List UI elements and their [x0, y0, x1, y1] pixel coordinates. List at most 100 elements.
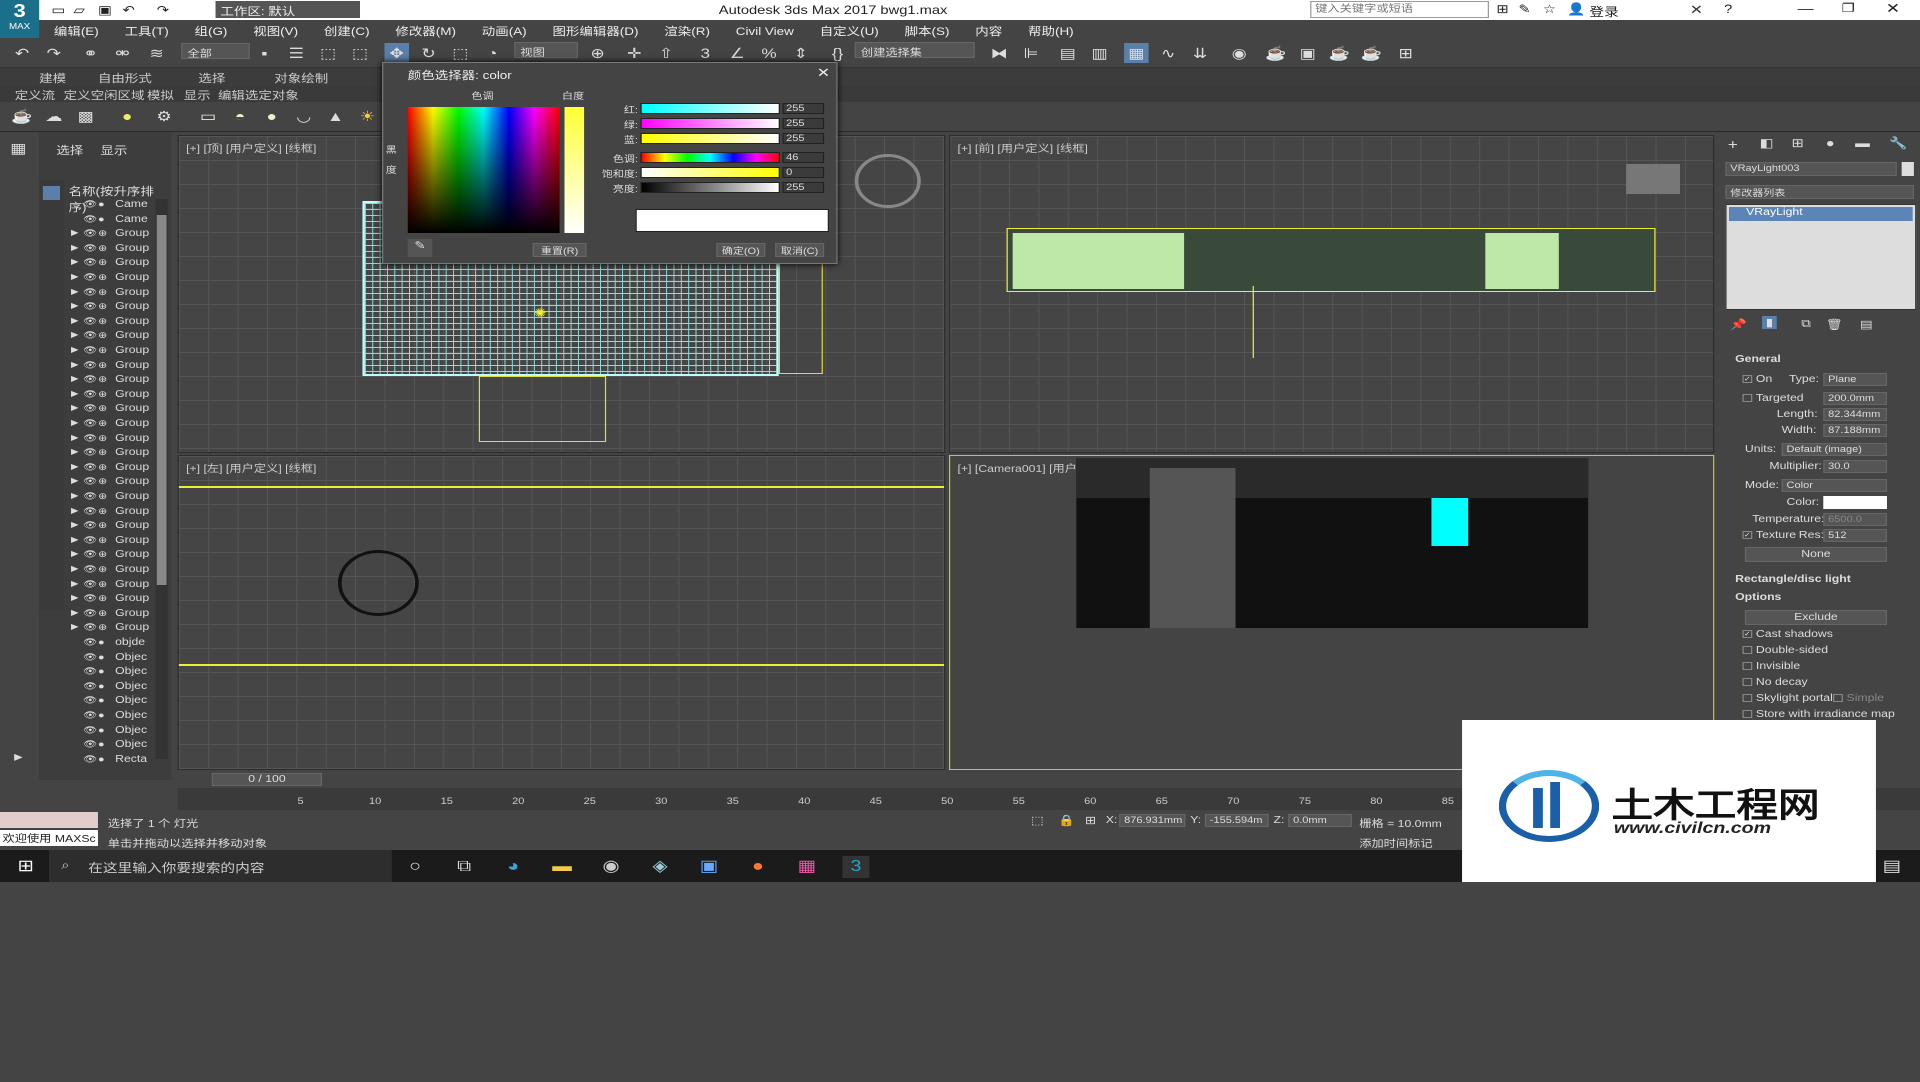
eyedropper-icon[interactable]: ✎: [407, 239, 433, 257]
cloud-icon[interactable]: ☁: [42, 106, 66, 126]
render-setup-icon[interactable]: ☕: [1264, 43, 1288, 63]
redo-icon[interactable]: ↷: [157, 3, 169, 17]
scene-list-item[interactable]: 👁 ● Objec: [66, 666, 169, 681]
color-value-spinner[interactable]: 46: [782, 152, 825, 163]
undo-icon[interactable]: ↶: [10, 43, 34, 63]
viewport-top-label[interactable]: [+] [顶] [用户定义] [线框]: [186, 140, 316, 155]
app-icon-4[interactable]: ▦: [793, 856, 820, 878]
window-crossing-icon[interactable]: ⬚: [348, 43, 372, 63]
expand-arrow-icon[interactable]: ▶: [71, 389, 79, 398]
scene-list-item[interactable]: ▶ 👁 ⊕ Group: [66, 360, 169, 375]
layers-icon[interactable]: ▥: [1087, 43, 1111, 63]
scene-list-item[interactable]: ▶ 👁 ⊕ Group: [66, 564, 169, 579]
color-slider[interactable]: [640, 103, 781, 114]
x-coordinate[interactable]: 876.931mm: [1119, 814, 1186, 827]
edge-icon[interactable]: ◕: [500, 856, 527, 878]
whiteness-bar[interactable]: [564, 107, 585, 233]
scene-list-item[interactable]: 👁 ● Objec: [66, 695, 169, 710]
expand-arrow-icon[interactable]: ▶: [71, 608, 79, 617]
render-grid-icon[interactable]: ⊞: [1393, 43, 1417, 63]
scene-list-item[interactable]: 👁 ● Came: [66, 199, 169, 214]
scene-list-item[interactable]: ▶ 👁 ⊕ Group: [66, 316, 169, 331]
select-manipulate-icon[interactable]: ✛: [622, 43, 646, 63]
angle-snap-icon[interactable]: ∠: [725, 43, 749, 63]
scene-list-item[interactable]: ▶ 👁 ⊕ Group: [66, 447, 169, 462]
task-view-icon[interactable]: ⧉: [451, 856, 478, 878]
keyboard-shortcut-icon[interactable]: ⇧: [654, 43, 678, 63]
search-input[interactable]: [1310, 1, 1489, 18]
menu-civil-view[interactable]: Civil View: [724, 23, 804, 38]
visibility-eye-icon[interactable]: 👁: [83, 389, 97, 400]
reset-button[interactable]: 重置(R): [532, 243, 587, 257]
login-link[interactable]: 登录: [1589, 3, 1618, 20]
scene-list-item[interactable]: ▶ 👁 ⊕ Group: [66, 301, 169, 316]
scene-list-item[interactable]: ▶ 👁 ⊕ Group: [66, 374, 169, 389]
color-value-spinner[interactable]: 0: [782, 167, 825, 178]
expand-arrow-icon[interactable]: ▶: [71, 433, 79, 442]
tab-modeling[interactable]: 建模: [39, 70, 66, 86]
tab-object-paint[interactable]: 对象绘制: [274, 70, 328, 86]
rendered-frame-icon[interactable]: ▣: [1296, 43, 1320, 63]
modify-tab-icon[interactable]: ◧: [1760, 136, 1774, 150]
stack-item-vraylight[interactable]: VRayLight: [1728, 207, 1913, 221]
expand-arrow-icon[interactable]: ▶: [71, 520, 79, 529]
expand-arrow-icon[interactable]: ▶: [71, 228, 79, 237]
menu-content[interactable]: 内容: [963, 20, 1012, 39]
user-icon[interactable]: 👤: [1567, 2, 1585, 16]
visibility-eye-icon[interactable]: 👁: [83, 199, 97, 210]
add-time-tag[interactable]: 添加时间标记: [1359, 835, 1432, 850]
option-checkbox[interactable]: ✓ Cast shadows: [1742, 629, 1833, 640]
scene-list-item[interactable]: 👁 ● Objec: [66, 681, 169, 696]
menu-animation[interactable]: 动画(A): [470, 20, 537, 39]
spinner-snap-icon[interactable]: ⇕: [789, 43, 813, 63]
box-icon[interactable]: ▭: [196, 106, 220, 126]
visibility-eye-icon[interactable]: 👁: [83, 476, 97, 487]
scene-list-item[interactable]: ▶ 👁 ⊕ Group: [66, 506, 169, 521]
maxscript-listener[interactable]: [0, 812, 98, 828]
expand-arrow-icon[interactable]: ▶: [71, 243, 79, 252]
tab-selection[interactable]: 选择: [198, 70, 225, 86]
move-icon[interactable]: ✥: [384, 43, 409, 63]
scene-list-item[interactable]: ▶ 👁 ⊕ Group: [66, 272, 169, 287]
scene-list-item[interactable]: ▶ 👁 ⊕ Group: [66, 403, 169, 418]
app-icon-3[interactable]: ▣: [696, 856, 723, 878]
expand-arrow-icon[interactable]: ▶: [71, 330, 79, 339]
scene-list-item[interactable]: ▶ 👁 ⊕ Group: [66, 579, 169, 594]
expand-arrow-icon[interactable]: ▶: [71, 549, 79, 558]
create-tab-icon[interactable]: +: [1728, 136, 1738, 152]
absolute-mode-icon[interactable]: ⊞: [1085, 814, 1096, 827]
visibility-eye-icon[interactable]: 👁: [83, 228, 97, 239]
scene-list-item[interactable]: ▶ 👁 ⊕ Group: [66, 476, 169, 491]
visibility-eye-icon[interactable]: 👁: [83, 622, 97, 633]
rotate-icon[interactable]: ↻: [416, 43, 440, 63]
texture-map-button[interactable]: None: [1744, 547, 1887, 562]
app-logo[interactable]: 3 MAX: [0, 0, 40, 38]
scene-list-item[interactable]: ▶ 👁 ⊕ Group: [66, 330, 169, 345]
percent-snap-icon[interactable]: %: [757, 43, 781, 63]
visibility-eye-icon[interactable]: 👁: [83, 301, 97, 312]
cortana-icon[interactable]: ○: [402, 856, 429, 878]
multiplier-spinner[interactable]: 30.0: [1823, 460, 1887, 473]
maximize-button[interactable]: ❐: [1842, 1, 1855, 15]
scene-explorer-icon[interactable]: ▦: [1124, 43, 1149, 63]
visibility-eye-icon[interactable]: 👁: [83, 637, 97, 648]
menu-views[interactable]: 视图(V): [241, 20, 308, 39]
scene-list-item[interactable]: ▶ 👁 ⊕ Group: [66, 535, 169, 550]
time-slider-thumb[interactable]: 0 / 100: [211, 773, 323, 786]
scene-list-item[interactable]: ▶ 👁 ⊕ Group: [66, 228, 169, 243]
undo-icon[interactable]: ↶: [122, 3, 134, 17]
show-end-result-icon[interactable]: ▮: [1762, 316, 1777, 329]
scene-scrollbar[interactable]: [155, 199, 168, 759]
camera-icon[interactable]: ⚙: [152, 106, 176, 126]
texture-checkbox[interactable]: ✓ Texture: [1742, 530, 1796, 541]
res-spinner[interactable]: 512: [1823, 529, 1887, 542]
expand-arrow-icon[interactable]: ▶: [71, 374, 79, 383]
save-file-icon[interactable]: ▣: [98, 3, 112, 17]
visibility-eye-icon[interactable]: 👁: [83, 666, 97, 677]
expand-arrow-icon[interactable]: ▶: [71, 272, 79, 281]
scene-list-item[interactable]: ▶ 👁 ⊕ Group: [66, 345, 169, 360]
menu-edit[interactable]: 编辑(E): [42, 20, 109, 39]
visibility-eye-icon[interactable]: 👁: [83, 491, 97, 502]
subtab-display[interactable]: 显示: [184, 87, 211, 103]
layer-explorer-icon[interactable]: ▤: [1056, 43, 1080, 63]
